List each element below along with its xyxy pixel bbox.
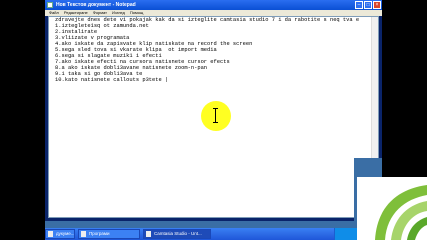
i-beam-cursor-icon (213, 108, 218, 123)
minimize-button[interactable]: – (355, 1, 363, 9)
corner-logo (357, 177, 427, 240)
taskbar-item-programs[interactable]: Програми (78, 229, 140, 239)
taskbar-item-label: Camtasia Studio - Unt... (154, 231, 202, 236)
text-line: 10.kato natisnete callouts p3tete | (55, 77, 169, 83)
window-title: Нов Текстов документ - Notepad (56, 2, 136, 8)
maximize-button[interactable]: □ (364, 1, 372, 9)
taskbar-item-camtasia[interactable]: Camtasia Studio - Unt... (143, 229, 211, 239)
camtasia-icon (146, 231, 151, 237)
notepad-window: Нов Текстов документ - Notepad – □ × Фай… (45, 0, 382, 221)
notepad-icon (47, 2, 53, 8)
folder-icon (81, 231, 86, 237)
desktop-screen: Нов Текстов документ - Notepad – □ × Фай… (45, 0, 382, 240)
taskbar-item-label: Програми (89, 231, 110, 236)
close-button[interactable]: × (373, 1, 381, 9)
taskbar: дукуме... Програми Camtasia Studio - Unt… (45, 228, 382, 240)
document-icon (48, 231, 53, 237)
title-bar[interactable]: Нов Текстов документ - Notepad – □ × (45, 0, 382, 10)
green-swirl-icon (375, 185, 427, 240)
taskbar-item-label: дукуме... (56, 231, 75, 236)
taskbar-item-document[interactable]: дукуме... (45, 229, 75, 239)
